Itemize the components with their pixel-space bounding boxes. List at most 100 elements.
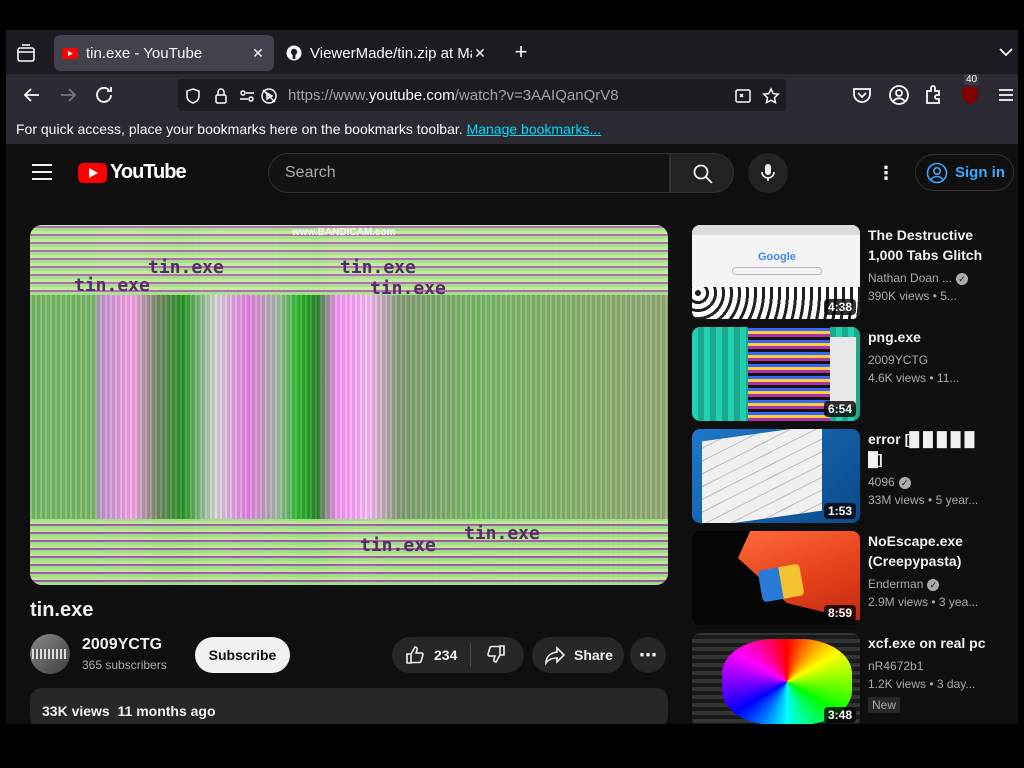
extension-badge: 40 — [964, 74, 980, 85]
recommendation-meta: 33M views • 5 year... — [868, 493, 979, 507]
more-actions-icon[interactable]: ⋯ — [630, 637, 666, 673]
manage-bookmarks-link[interactable]: Manage bookmarks... — [467, 121, 602, 137]
tab-youtube[interactable]: tin.exe - YouTube ✕ — [54, 35, 274, 71]
hamburger-menu-icon[interactable] — [32, 164, 52, 182]
share-label: Share — [574, 647, 613, 663]
video-thumbnail[interactable]: 1:53 — [692, 429, 860, 523]
duration-badge: 8:59 — [823, 605, 856, 621]
description-box[interactable]: 33K views 11 months ago — [30, 688, 668, 724]
sign-in-label: Sign in — [955, 164, 1005, 181]
recommendation-channel[interactable]: 4096 ✓ — [868, 475, 911, 489]
thumbs-down-icon — [487, 644, 505, 663]
autoplay-blocked-icon[interactable] — [260, 87, 278, 105]
recommendation-title[interactable]: NoEscape.exe (Creepypasta) — [868, 531, 988, 571]
duration-badge: 6:54 — [823, 401, 856, 417]
settings-more-icon[interactable]: ⋮ — [876, 163, 896, 183]
bookmark-star-icon[interactable] — [762, 87, 780, 105]
glitch-label: tin.exe — [370, 278, 446, 299]
verified-check-icon: ✓ — [927, 578, 940, 591]
thumbs-up-icon — [406, 646, 424, 664]
browser-window: tin.exe - YouTube ✕ ViewerMade/tin.zip a… — [6, 30, 1018, 724]
recommendation-item[interactable]: 6:54 png.exe 2009YCTG 4.6K views • 11... — [692, 327, 1012, 421]
like-dislike-group: 234 — [392, 637, 524, 673]
recommendation-channel[interactable]: 2009YCTG — [868, 353, 928, 367]
reload-icon[interactable] — [92, 83, 116, 107]
glitch-label: tin.exe — [340, 257, 416, 278]
new-tab-icon[interactable]: + — [510, 41, 532, 63]
channel-avatar[interactable] — [30, 634, 70, 674]
youtube-favicon-icon — [62, 45, 78, 61]
like-button[interactable]: 234 — [392, 644, 470, 666]
verified-check-icon: ✓ — [898, 476, 911, 489]
recommendation-item[interactable]: 3:48 xcf.exe on real pc nR4672b1 1.2K vi… — [692, 633, 1012, 724]
recommendation-title[interactable]: xcf.exe on real pc — [868, 633, 988, 653]
recommendation-channel[interactable]: Nathan Doan ... ✓ — [868, 271, 969, 285]
firefox-view-icon[interactable] — [14, 42, 38, 66]
video-thumbnail[interactable]: 6:54 — [692, 327, 860, 421]
video-player[interactable]: www.BANDICAM.com tin.exe tin.exe tin.exe… — [30, 225, 668, 585]
channel-name[interactable]: 2009YCTG — [82, 636, 162, 654]
bookmarks-message: For quick access, place your bookmarks h… — [16, 121, 463, 137]
shield-icon[interactable] — [184, 87, 202, 105]
owner-row: 2009YCTG 365 subscribers Subscribe 234 S… — [30, 634, 670, 678]
recommendation-item[interactable]: 8:59 NoEscape.exe (Creepypasta) Enderman… — [692, 531, 1012, 625]
lock-icon[interactable] — [212, 87, 230, 105]
view-count: 33K views — [42, 703, 110, 719]
sign-in-button[interactable]: Sign in — [915, 154, 1014, 191]
tab-github[interactable]: ViewerMade/tin.zip at Ma ✕ — [278, 35, 496, 71]
search-button[interactable] — [670, 153, 734, 193]
github-favicon-icon — [286, 45, 302, 61]
tab-strip: tin.exe - YouTube ✕ ViewerMade/tin.zip a… — [6, 30, 1018, 74]
chevron-down-icon[interactable] — [996, 42, 1016, 62]
glitch-label: tin.exe — [360, 535, 436, 556]
recommendation-meta: 2.9M views • 3 yea... — [868, 595, 979, 609]
new-badge: New — [868, 697, 901, 713]
close-tab-icon[interactable]: ✕ — [472, 45, 488, 61]
recommendation-channel[interactable]: Enderman ✓ — [868, 577, 940, 591]
ublock-icon[interactable] — [958, 83, 982, 107]
extensions-icon[interactable] — [922, 83, 946, 107]
duration-badge: 3:48 — [823, 707, 856, 723]
glitch-label: tin.exe — [74, 275, 150, 296]
voice-search-button[interactable] — [748, 153, 788, 193]
recommendation-item[interactable]: Google 4:38 The Destructive 1,000 Tabs G… — [692, 225, 1012, 319]
tab-title: tin.exe - YouTube — [86, 44, 203, 62]
recommendation-title[interactable]: error [█ █ █ █ █ █] — [868, 429, 988, 469]
menu-icon[interactable] — [994, 83, 1018, 107]
recommendation-item[interactable]: 1:53 error [█ █ █ █ █ █] 4096 ✓ 33M views… — [692, 429, 1012, 523]
video-thumbnail[interactable]: Google 4:38 — [692, 225, 860, 319]
account-icon[interactable] — [887, 83, 911, 107]
permissions-icon[interactable] — [238, 87, 256, 105]
search-input[interactable] — [269, 154, 669, 192]
url-bar[interactable]: https://www.youtube.com/watch?v=3AAIQanQ… — [178, 79, 786, 111]
dislike-button[interactable] — [471, 643, 507, 668]
reader-view-icon[interactable] — [734, 87, 752, 105]
video-thumbnail[interactable]: 8:59 — [692, 531, 860, 625]
navigation-toolbar: https://www.youtube.com/watch?v=3AAIQanQ… — [6, 74, 1018, 116]
url-text[interactable]: https://www.youtube.com/watch?v=3AAIQanQ… — [288, 87, 619, 104]
search-box — [268, 153, 670, 193]
logo-text: YouTube — [110, 161, 187, 183]
video-title: tin.exe — [30, 599, 94, 621]
video-thumbnail[interactable]: 3:48 — [692, 633, 860, 724]
youtube-logo[interactable]: YouTube — [78, 161, 187, 184]
bandicam-watermark: www.BANDICAM.com — [292, 227, 396, 238]
subscribe-button[interactable]: Subscribe — [195, 637, 290, 673]
share-button[interactable]: Share — [532, 637, 624, 673]
pocket-icon[interactable] — [850, 83, 874, 107]
bookmarks-toolbar: For quick access, place your bookmarks h… — [6, 116, 1018, 144]
subscriber-count: 365 subscribers — [82, 658, 167, 672]
verified-check-icon: ✓ — [956, 272, 969, 285]
forward-arrow-icon[interactable] — [56, 83, 80, 107]
recommendation-meta: 1.2K views • 3 day... — [868, 677, 976, 691]
microphone-icon — [761, 164, 775, 181]
recommendation-title[interactable]: png.exe — [868, 327, 988, 347]
close-tab-icon[interactable]: ✕ — [250, 45, 266, 61]
glitch-band-bottom — [30, 519, 668, 585]
recommendation-title[interactable]: The Destructive 1,000 Tabs Glitch — [868, 225, 988, 265]
duration-badge: 4:38 — [823, 299, 856, 315]
user-circle-icon — [926, 162, 948, 183]
recommendation-channel[interactable]: nR4672b1 — [868, 659, 923, 673]
back-arrow-icon[interactable] — [20, 83, 44, 107]
search-icon — [693, 164, 713, 184]
